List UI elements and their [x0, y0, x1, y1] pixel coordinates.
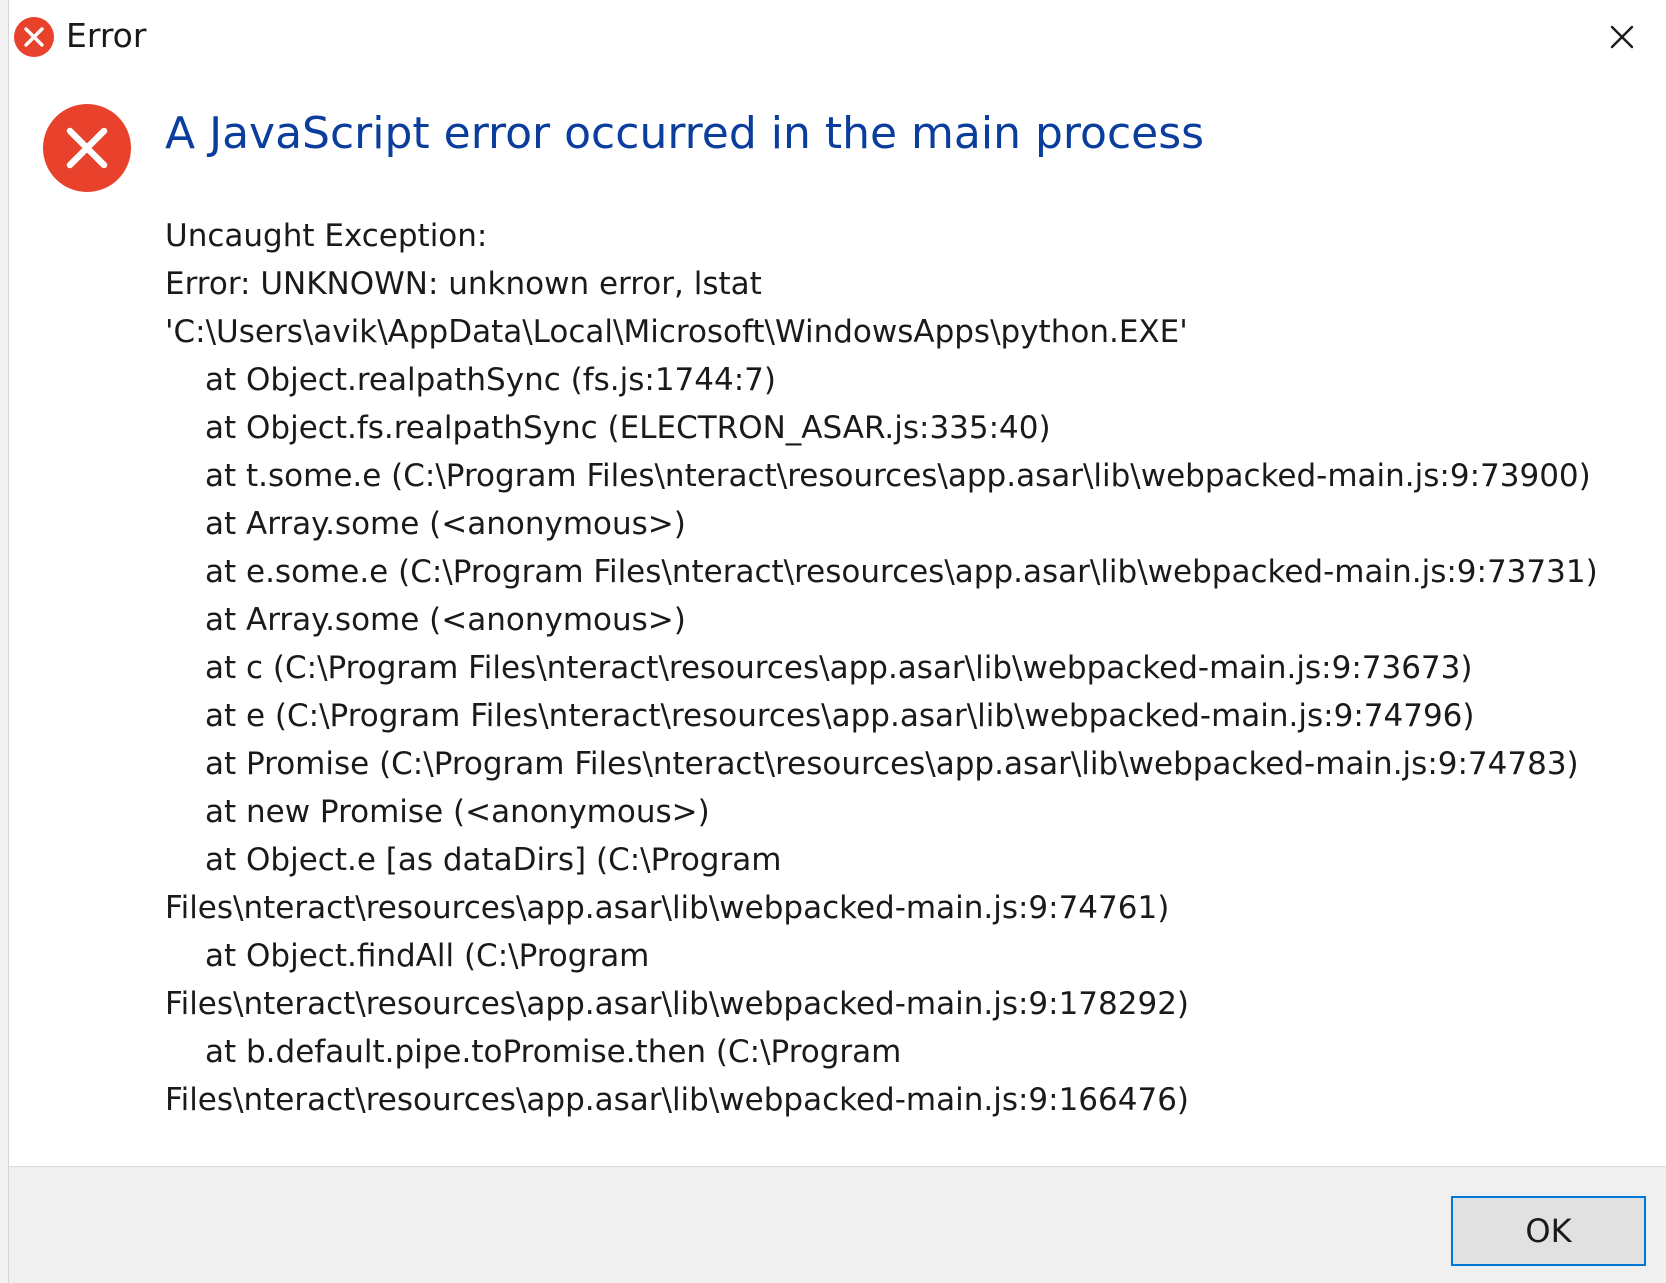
message-line: 'C:\Users\avik\AppData\Local\Microsoft\W…: [165, 314, 1188, 350]
error-dialog-window: Error A JavaScript error occurred in the…: [0, 0, 1666, 1283]
message-line: at Object.fs.realpathSync (ELECTRON_ASAR…: [205, 410, 1051, 446]
message-line: at Promise (C:\Program Files\nteract\res…: [205, 746, 1579, 782]
ok-button[interactable]: OK: [1451, 1196, 1646, 1266]
message-line: Files\nteract\resources\app.asar\lib\web…: [165, 890, 1170, 926]
message-line: at e.some.e (C:\Program Files\nteract\re…: [205, 554, 1598, 590]
message-line: Error: UNKNOWN: unknown error, lstat: [165, 266, 762, 302]
dialog-footer: OK: [9, 1166, 1666, 1283]
message-line: at e (C:\Program Files\nteract\resources…: [205, 698, 1475, 734]
close-button[interactable]: [1599, 14, 1645, 60]
message-line: at Object.e [as dataDirs] (C:\Program: [205, 842, 782, 878]
title-bar[interactable]: Error: [9, 0, 1666, 74]
message-line: at c (C:\Program Files\nteract\resources…: [205, 650, 1473, 686]
message-line: at Array.some (<anonymous>): [205, 602, 686, 638]
close-x-icon: [1599, 25, 1645, 64]
message-line: at t.some.e (C:\Program Files\nteract\re…: [205, 458, 1591, 494]
message-line: at b.default.pipe.toPromise.then (C:\Pro…: [205, 1034, 902, 1070]
error-x-circle-icon: [42, 103, 132, 193]
window-title: Error: [66, 16, 147, 55]
error-heading: A JavaScript error occurred in the main …: [165, 108, 1205, 159]
error-x-circle-icon: [13, 16, 55, 58]
message-line: at Object.realpathSync (fs.js:1744:7): [205, 362, 776, 398]
background-window-edge: [0, 0, 9, 1283]
error-message: Uncaught Exception: Error: UNKNOWN: unkno…: [165, 212, 1655, 1124]
message-line: Uncaught Exception:: [165, 218, 488, 254]
message-line: Files\nteract\resources\app.asar\lib\web…: [165, 1082, 1190, 1118]
message-line: Files\nteract\resources\app.asar\lib\web…: [165, 986, 1190, 1022]
message-line: at new Promise (<anonymous>): [205, 794, 710, 830]
message-line: at Array.some (<anonymous>): [205, 506, 686, 542]
message-line: at Object.findAll (C:\Program: [205, 938, 650, 974]
